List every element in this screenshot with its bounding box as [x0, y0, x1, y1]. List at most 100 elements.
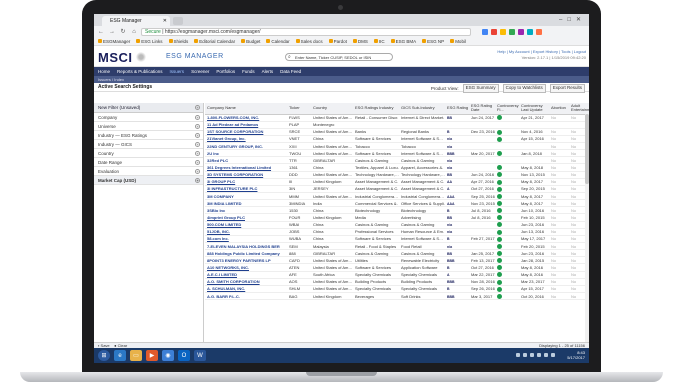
company-name-link[interactable]: 3I INFRASTRUCTURE PLC [205, 185, 287, 194]
bookmark-item[interactable]: Budget [241, 39, 260, 44]
back-icon[interactable]: ← [97, 29, 105, 35]
filter-market-cap[interactable]: Market Cap (USD) + [94, 176, 203, 185]
company-name-link[interactable]: A.G. BARR P.L.C. [205, 292, 287, 301]
bookmark-item[interactable]: ESG BMA [390, 39, 416, 44]
filter-universe[interactable]: Universe + [94, 122, 203, 131]
home-icon[interactable]: ⌂ [130, 29, 138, 35]
table-row[interactable]: 361 Degrees International Limited 1361 Chi… [205, 163, 589, 172]
scroll-thumb[interactable] [585, 114, 589, 184]
folder-icon[interactable]: ▭ [130, 350, 142, 361]
bookmark-item[interactable]: Calendar [266, 39, 290, 44]
company-name-link[interactable]: 21Vianet Group, Inc. [205, 135, 287, 144]
reload-icon[interactable]: ↻ [119, 28, 127, 35]
top-links[interactable]: Help | My Account | Export History | Too… [497, 49, 586, 61]
chrome-icon[interactable]: ◉ [162, 350, 174, 361]
bookmark-item[interactable]: Shields [168, 39, 188, 44]
company-name-link[interactable]: 3D SYSTEMS CORPORATION [205, 171, 287, 179]
company-name-link[interactable]: 361 Degrees International Limited [205, 163, 287, 172]
col-esg-rating[interactable]: ESG Rating [445, 103, 469, 115]
company-name-link[interactable]: A.E.C.I LIMITED [205, 271, 287, 279]
table-row[interactable]: A.G. BARR P.L.C. BAG United Kingdom Beverag… [205, 292, 589, 301]
company-name-link[interactable]: 11 Ad Pledeze ad Pedamos [205, 121, 287, 129]
col-abortion[interactable]: Abortion [549, 103, 569, 115]
start-button[interactable]: ⊞ [98, 350, 110, 361]
company-name-link[interactable]: 3i GROUP PLC [205, 178, 287, 186]
menu-item-data-feed[interactable]: Data Feed [280, 69, 301, 74]
table-row[interactable]: 1-800-FLOWERS.COM, INC. FLWS United States… [205, 114, 589, 122]
copy-to-watchlists-button[interactable]: Copy to Watchlists [502, 84, 546, 93]
expand-icon[interactable]: + [195, 151, 200, 156]
expand-icon[interactable]: + [195, 178, 200, 183]
company-name-link[interactable]: A. SCHULMAN, INC. [205, 285, 287, 294]
table-row[interactable]: A.O. SMITH CORPORATION AOS United States o… [205, 278, 589, 286]
msci-logo[interactable]: MSCI [98, 50, 149, 65]
table-row[interactable]: 3M INDIA LIMITED 3MINDIA India Commercial S… [205, 199, 589, 208]
expand-icon[interactable]: + [195, 124, 200, 129]
menu-item-funds[interactable]: Funds [242, 69, 255, 74]
filter-industry-gics[interactable]: Industry — GICS + [94, 140, 203, 149]
table-row[interactable]: 8POINT3 ENERGY PARTNERS LP CAFD United Sta… [205, 256, 589, 265]
bookmark-item[interactable]: ESGManager [98, 39, 130, 44]
menu-item-home[interactable]: Home [98, 69, 110, 74]
col-controversy-flag[interactable]: Controversy Fl... [495, 103, 519, 115]
table-row[interactable]: A10 NETWORKS, INC. ATEN United States of A… [205, 263, 589, 272]
col-gics-sub-industry[interactable]: GICS Sub-Industry [399, 103, 445, 115]
filter-evaluation[interactable]: Evaluation + [94, 167, 203, 176]
table-row[interactable]: 11 Ad Pledeze ad Pedamos PLAP Montenegro [205, 121, 589, 129]
col-adult-entertainment[interactable]: Adult Entertainment [569, 103, 589, 115]
table-row[interactable]: 3I INFRASTRUCTURE PLC 3IN JERSEY Asset Mana… [205, 185, 589, 194]
window-controls[interactable]: –□✕ [559, 16, 586, 23]
forward-icon[interactable]: → [108, 29, 116, 35]
menu-item-reports[interactable]: Reports & Publications [117, 69, 163, 74]
close-tab-icon[interactable]: ✕ [163, 16, 167, 26]
table-row[interactable]: 7-ELEVEN MALAYSIA HOLDINGS BER SEM Malaysi… [205, 242, 589, 251]
system-tray-icons[interactable] [516, 353, 555, 357]
company-name-link[interactable]: 888 Holdings Public Limited Company [205, 249, 287, 258]
company-name-link[interactable]: A.O. SMITH CORPORATION [205, 278, 287, 286]
word-icon[interactable]: W [194, 350, 206, 361]
filter-date-range[interactable]: Date Range + [94, 158, 203, 167]
table-row[interactable]: 32Red PLC TTR GIBRALTAR Casinos & Gaming Cas… [205, 156, 589, 165]
table-row[interactable]: 2U Inc TWOU United States of America Softwa… [205, 149, 589, 158]
col-esg-industry[interactable]: ESG Ratings Industry [353, 103, 399, 115]
table-row[interactable]: 3SBio Inc 1530 China Biotechnology Biotechno… [205, 206, 589, 215]
company-name-link[interactable]: 58.com Inc. [205, 235, 287, 244]
table-row[interactable]: 58.com Inc. WUBA China Software & Services I… [205, 235, 589, 244]
table-row[interactable]: A. SCHULMAN, INC. SHLM United States of Am… [205, 285, 589, 294]
col-country[interactable]: Country [311, 103, 353, 115]
media-icon[interactable]: ▶ [146, 350, 158, 361]
table-row[interactable]: 3i GROUP PLC III United Kingdom Asset Manag… [205, 178, 589, 186]
ie-icon[interactable]: e [114, 350, 126, 361]
bookmark-item[interactable]: Mobil [450, 39, 466, 44]
company-name-link[interactable]: 3M COMPANY [205, 192, 287, 201]
company-name-link[interactable]: 22ND CENTURY GROUP, INC. [205, 142, 287, 151]
table-row[interactable]: 1ST SOURCE CORPORATION SRCE United States … [205, 128, 589, 136]
vertical-scrollbar[interactable] [585, 114, 589, 342]
bookmark-item[interactable]: Pardot [328, 39, 347, 44]
bookmark-item[interactable]: Editorial Calendar [194, 39, 235, 44]
company-name-link[interactable]: 3M INDIA LIMITED [205, 199, 287, 208]
bookmark-item[interactable]: DMS [352, 39, 368, 44]
filter-country[interactable]: Country + [94, 149, 203, 158]
company-name-link[interactable]: 8POINT3 ENERGY PARTNERS LP [205, 256, 287, 265]
table-row[interactable]: 21Vianet Group, Inc. VNET China Software & … [205, 135, 589, 144]
expand-icon[interactable]: + [195, 160, 200, 165]
col-company-name[interactable]: Company Name [205, 103, 287, 115]
menu-item-portfolios[interactable]: Portfolios [216, 69, 235, 74]
bookmark-item[interactable]: IIC [373, 39, 385, 44]
url-field[interactable]: Secure | https://esgmanager.msci.com/esg… [141, 27, 471, 36]
product-view-select[interactable]: ESG Summary [462, 84, 499, 93]
company-name-link[interactable]: 1ST SOURCE CORPORATION [205, 128, 287, 136]
filter-header[interactable]: New Filter (Unsaved) + [94, 103, 203, 113]
expand-icon[interactable]: + [195, 169, 200, 174]
table-row[interactable]: 3M COMPANY MMM United States of America Ind… [205, 192, 589, 201]
col-controversy-update[interactable]: Controversy Last Update [519, 103, 549, 115]
company-name-link[interactable]: 7-ELEVEN MALAYSIA HOLDINGS BER [205, 242, 287, 251]
table-row[interactable]: 500.COM LIMITED WBAI China Casinos & Gaming… [205, 221, 589, 229]
table-row[interactable]: 888 Holdings Public Limited Company 888 GI… [205, 249, 589, 258]
bookmark-item[interactable]: ESG NP [422, 39, 444, 44]
col-ticker[interactable]: Ticker [287, 103, 311, 115]
col-esg-rating-date[interactable]: ESG Rating Date [469, 103, 495, 115]
table-row[interactable]: 4imprint Group PLC FOUR United Kingdom Medi… [205, 213, 589, 222]
company-name-link[interactable]: 4imprint Group PLC [205, 213, 287, 222]
